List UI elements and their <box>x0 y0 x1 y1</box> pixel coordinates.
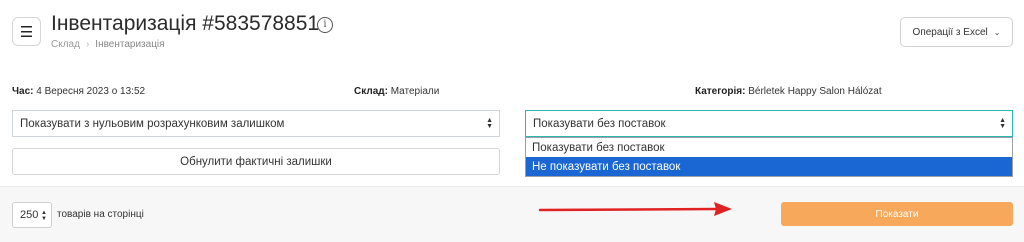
breadcrumb: Склад › Інвентаризація <box>51 39 165 50</box>
zero-balance-select[interactable]: Показувати з нульовим розрахунковим зали… <box>12 110 500 137</box>
reset-actual-balances-button[interactable]: Обнулити фактичні залишки <box>12 148 500 175</box>
select-arrows-icon: ▲ ▼ <box>486 117 493 130</box>
select-arrows-icon: ▲ ▼ <box>41 210 47 222</box>
time-label: Час: <box>12 86 34 97</box>
chevron-right-icon: › <box>85 39 90 50</box>
per-page-select[interactable]: 250 ▲ ▼ <box>12 202 52 228</box>
supply-select-value: Показувати без поставок <box>533 117 666 130</box>
excel-operations-button[interactable]: Операції з Excel ⌄ <box>900 17 1013 47</box>
supply-select[interactable]: Показувати без поставок ▲ ▼ <box>525 110 1013 137</box>
supply-select-dropdown: Показувати без поставок Не показувати бе… <box>525 137 1013 177</box>
menu-button[interactable]: ☰ <box>12 17 41 46</box>
warehouse-label: Склад: <box>354 86 388 97</box>
page-title: Інвентаризація #583578851 <box>51 12 320 35</box>
time-value: 4 Вересня 2023 о 13:52 <box>36 86 146 97</box>
dropdown-option[interactable]: Показувати без поставок <box>526 138 1012 157</box>
category-label: Категорія: <box>695 86 746 97</box>
dropdown-option-highlighted[interactable]: Не показувати без поставок <box>526 157 1012 176</box>
warehouse-value: Матеріали <box>390 86 440 97</box>
excel-button-label: Операції з Excel <box>912 26 988 38</box>
breadcrumb-item-current: Інвентаризація <box>95 39 165 50</box>
annotation-arrow-icon <box>538 202 732 216</box>
breadcrumb-item-warehouse[interactable]: Склад <box>51 39 80 50</box>
per-page-value: 250 <box>20 209 39 221</box>
hamburger-menu-icon: ☰ <box>19 23 34 41</box>
per-page-label: товарів на сторінці <box>57 209 144 220</box>
category-info: Категорія: Bérletek Happy Salon Hálózat <box>695 86 882 97</box>
show-button[interactable]: Показати <box>781 202 1013 226</box>
warehouse-info: Склад: Матеріали <box>354 86 439 97</box>
chevron-down-icon: ⌄ <box>993 27 1001 37</box>
info-icon[interactable]: i <box>317 17 333 33</box>
select-arrows-icon: ▲ ▼ <box>999 117 1006 130</box>
category-value: Bérletek Happy Salon Hálózat <box>748 86 882 97</box>
zero-balance-select-value: Показувати з нульовим розрахунковим зали… <box>20 117 285 130</box>
time-info: Час: 4 Вересня 2023 о 13:52 <box>12 86 145 97</box>
